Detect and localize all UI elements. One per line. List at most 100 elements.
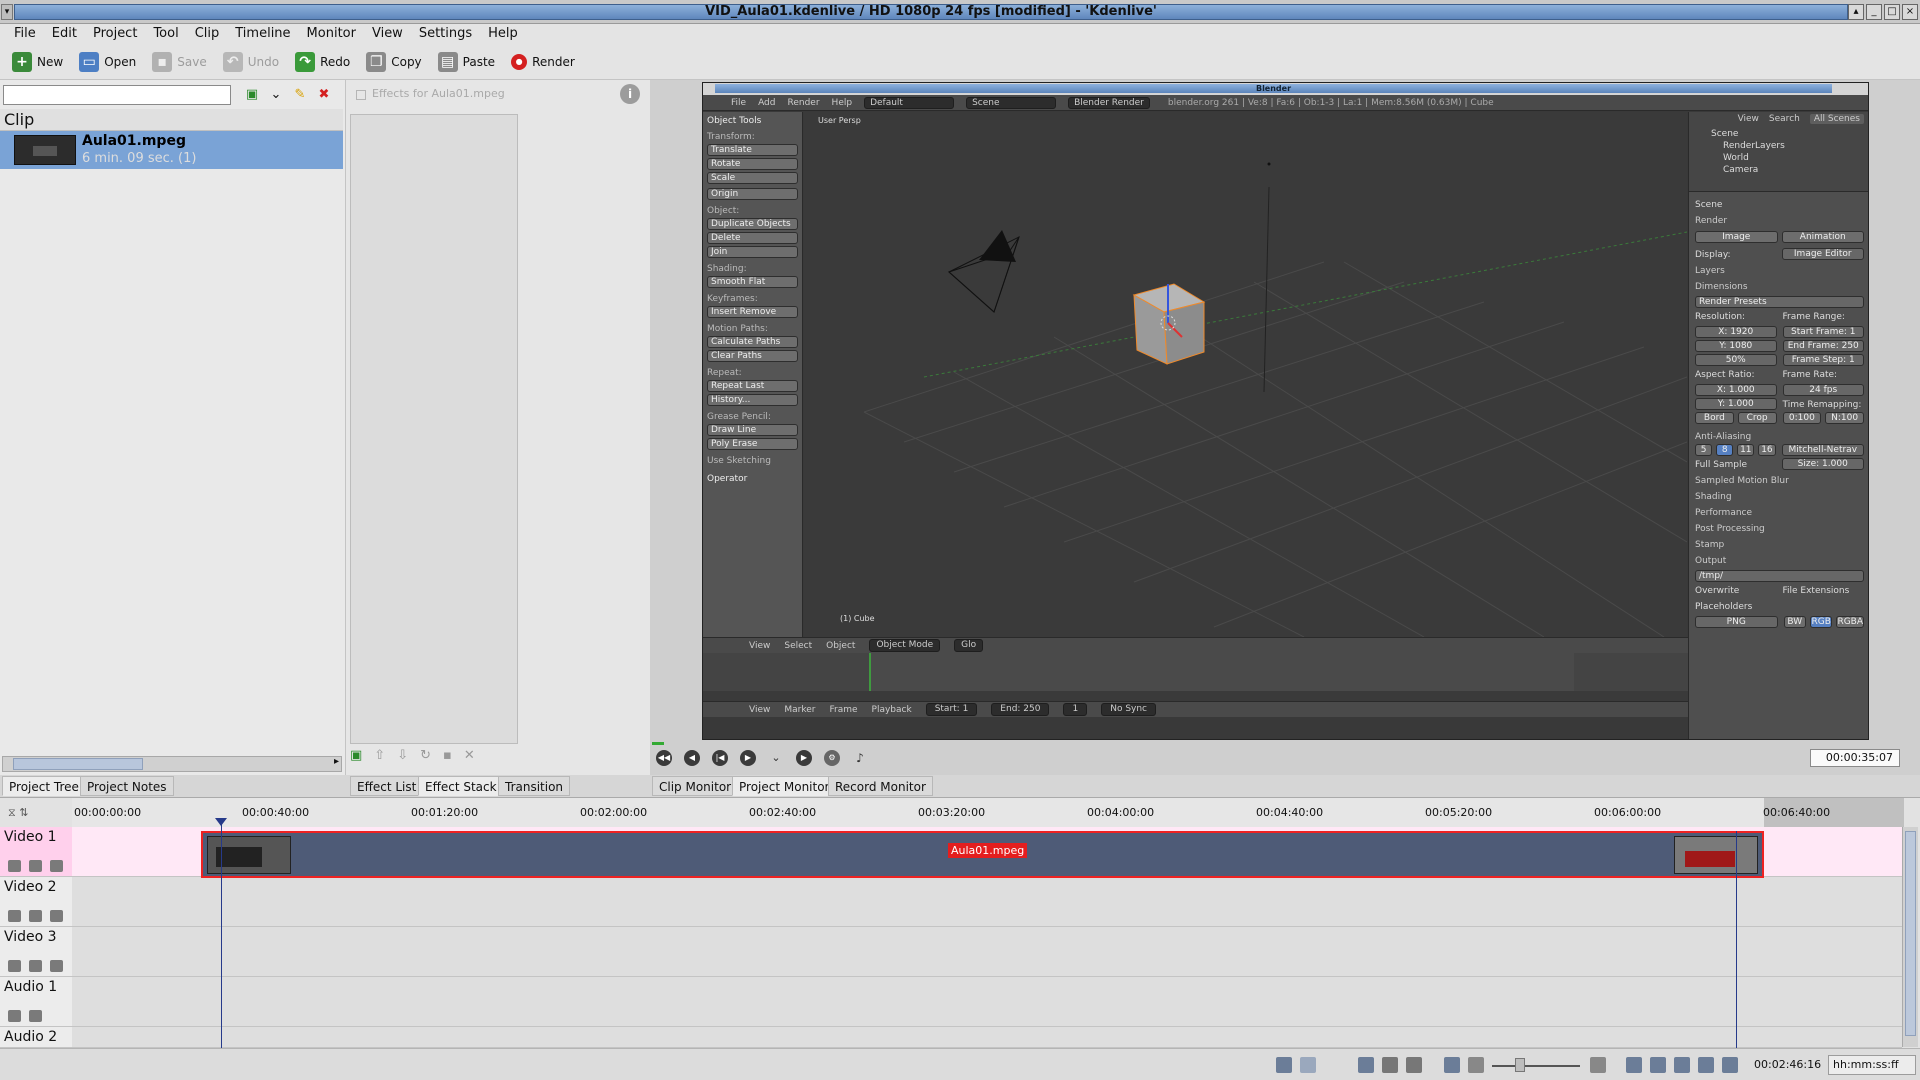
edit-clip-icon[interactable]: ✎: [291, 86, 309, 104]
ripple-icon[interactable]: [1698, 1057, 1714, 1073]
track-header-video-2[interactable]: Video 2: [0, 877, 72, 927]
menu-timeline[interactable]: Timeline: [227, 24, 298, 44]
spacer-tool-icon[interactable]: [1406, 1057, 1422, 1073]
tab-effect-stack[interactable]: Effect Stack: [418, 776, 504, 796]
audio-thumbnails-icon[interactable]: [1300, 1057, 1316, 1073]
volume-icon[interactable]: ♪: [852, 750, 868, 766]
select-tool-icon[interactable]: [1358, 1057, 1374, 1073]
zoom-in-icon[interactable]: [1590, 1057, 1606, 1073]
move-up-icon[interactable]: ⇧: [374, 748, 385, 763]
chevron-down-icon[interactable]: ⌄: [768, 750, 784, 766]
track-mode-icon[interactable]: [1722, 1057, 1738, 1073]
menu-edit[interactable]: Edit: [44, 24, 85, 44]
tab-record-monitor[interactable]: Record Monitor: [828, 776, 933, 796]
film-icon[interactable]: [50, 910, 63, 922]
open-button[interactable]: ▭ Open: [73, 48, 142, 76]
track-header-video-3[interactable]: Video 3: [0, 927, 72, 977]
fit-zoom-icon[interactable]: [1444, 1057, 1460, 1073]
track-lane-audio-1[interactable]: [72, 977, 1902, 1027]
track-header-video-1[interactable]: Video 1: [0, 827, 72, 877]
track-lane-video-2[interactable]: [72, 877, 1902, 927]
timecode-format-select[interactable]: hh:mm:ss:ff: [1828, 1055, 1916, 1075]
show-markers-icon[interactable]: [1650, 1057, 1666, 1073]
tab-project-tree[interactable]: Project Tree: [2, 776, 86, 796]
lock-icon[interactable]: [8, 960, 21, 972]
save-button[interactable]: ▪ Save: [146, 48, 212, 76]
zoom-slider-track[interactable]: [1492, 1065, 1580, 1067]
rewind-icon[interactable]: ◀: [684, 750, 700, 766]
tab-project-notes[interactable]: Project Notes: [80, 776, 174, 796]
tab-project-monitor[interactable]: Project Monitor: [732, 776, 837, 796]
film-icon[interactable]: [50, 860, 63, 872]
split-audio-icon[interactable]: [1626, 1057, 1642, 1073]
shade-button[interactable]: ▴: [1848, 4, 1864, 20]
minimize-button[interactable]: _: [1866, 4, 1882, 20]
window-menu-button[interactable]: ▾: [1, 4, 13, 20]
track-header-audio-1[interactable]: Audio 1: [0, 977, 72, 1027]
mute-icon[interactable]: [29, 960, 42, 972]
list-item[interactable]: Aula01.mpeg 6 min. 09 sec. (1): [0, 131, 343, 169]
play-icon[interactable]: ▶: [740, 750, 756, 766]
clip-search-input[interactable]: [3, 85, 231, 105]
paste-button[interactable]: ▤ Paste: [432, 48, 501, 76]
menu-view[interactable]: View: [364, 24, 411, 44]
new-button[interactable]: + New: [6, 48, 69, 76]
menu-settings[interactable]: Settings: [411, 24, 480, 44]
track-lane-audio-2[interactable]: [72, 1027, 1902, 1048]
monitor-position-bar[interactable]: [652, 742, 664, 745]
lock-icon[interactable]: [8, 860, 21, 872]
delete-clip-icon[interactable]: ✖: [315, 86, 333, 104]
save-effect-icon[interactable]: ▪: [443, 748, 452, 763]
seek-start-icon[interactable]: ◀◀: [656, 750, 672, 766]
step-back-icon[interactable]: |◀: [712, 750, 728, 766]
tab-transition[interactable]: Transition: [498, 776, 571, 796]
tab-clip-monitor[interactable]: Clip Monitor: [652, 776, 739, 796]
menu-monitor[interactable]: Monitor: [299, 24, 364, 44]
film-icon[interactable]: [50, 960, 63, 972]
add-effect-icon[interactable]: ▣: [350, 748, 362, 763]
info-icon[interactable]: i: [620, 84, 640, 104]
track-header-audio-2[interactable]: Audio 2: [0, 1027, 72, 1048]
snap-icon[interactable]: [1674, 1057, 1690, 1073]
timeline-clip[interactable]: Aula01.mpeg: [201, 831, 1764, 878]
lock-icon[interactable]: [8, 1010, 21, 1022]
monitor-timecode[interactable]: 00:00:35:07: [1810, 749, 1900, 767]
menu-clip[interactable]: Clip: [187, 24, 228, 44]
video-thumbnails-icon[interactable]: [1276, 1057, 1292, 1073]
effect-list-box[interactable]: [350, 114, 518, 744]
menu-tool[interactable]: Tool: [145, 24, 186, 44]
close-button[interactable]: ×: [1902, 4, 1918, 20]
scroll-right-icon[interactable]: ▸: [334, 756, 339, 767]
chevron-down-icon[interactable]: ⌄: [267, 86, 285, 104]
delete-effect-icon[interactable]: ✕: [464, 748, 475, 763]
lock-icon[interactable]: [8, 910, 21, 922]
undo-button[interactable]: ↶ Undo: [217, 48, 285, 76]
playhead-marker[interactable]: [215, 818, 227, 826]
mute-icon[interactable]: [29, 910, 42, 922]
track-lane-video-3[interactable]: [72, 927, 1902, 977]
menu-project[interactable]: Project: [85, 24, 145, 44]
menu-help[interactable]: Help: [480, 24, 526, 44]
reset-icon[interactable]: ↻: [420, 748, 431, 763]
scrollbar-handle[interactable]: [1905, 831, 1916, 1036]
timeline-ruler[interactable]: 00:00:00:00 00:00:40:00 00:01:20:00 00:0…: [72, 798, 1904, 828]
redo-button[interactable]: ↷ Redo: [289, 48, 356, 76]
menu-file[interactable]: File: [6, 24, 44, 44]
move-down-icon[interactable]: ⇩: [397, 748, 408, 763]
timeline-playhead[interactable]: [221, 820, 222, 1048]
scrollbar-handle[interactable]: [13, 758, 143, 770]
gear-icon[interactable]: ⚙: [824, 750, 840, 766]
maximize-button[interactable]: □: [1884, 4, 1900, 20]
tab-effect-list[interactable]: Effect List: [350, 776, 424, 796]
render-button[interactable]: ● Render: [505, 48, 581, 76]
add-clip-icon[interactable]: ▣: [243, 86, 261, 104]
zoom-slider-handle[interactable]: [1515, 1058, 1525, 1072]
timeline-vertical-scrollbar[interactable]: [1902, 827, 1918, 1047]
mute-icon[interactable]: [29, 860, 42, 872]
copy-button[interactable]: ❐ Copy: [360, 48, 427, 76]
zoom-out-icon[interactable]: [1468, 1057, 1484, 1073]
monitor-video-frame[interactable]: Blender File Add Render Help Default Sce…: [702, 82, 1869, 740]
mute-icon[interactable]: [29, 1010, 42, 1022]
effects-enable-checkbox[interactable]: [356, 90, 366, 100]
razor-tool-icon[interactable]: [1382, 1057, 1398, 1073]
